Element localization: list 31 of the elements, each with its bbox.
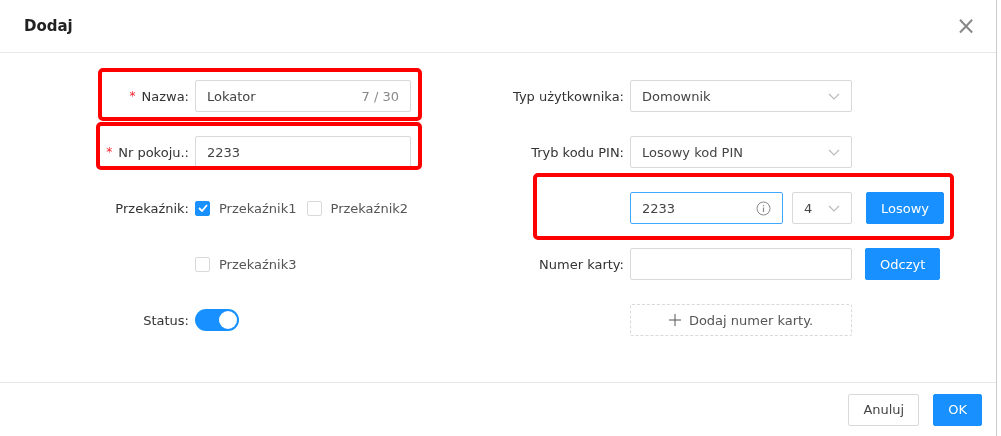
cancel-button[interactable]: Anuluj (848, 393, 920, 426)
field-label: Nazwa: (141, 88, 189, 104)
close-button[interactable]: × (955, 14, 976, 38)
field-label: Tryb kodu PIN: (531, 144, 624, 160)
field-label: Typ użytkownika: (513, 88, 624, 104)
field-label: Numer karty: (539, 256, 624, 272)
room-number-field[interactable]: 2233 (195, 136, 411, 168)
required-mark: * (129, 89, 136, 103)
field-label: Status: (143, 312, 189, 328)
info-icon (756, 200, 771, 216)
relay-checkbox[interactable]: Przekaźnik1 (195, 192, 297, 224)
relay-checkbox[interactable]: Przekaźnik3 (195, 248, 297, 280)
chevron-down-icon (828, 92, 840, 100)
pin-mode-select[interactable]: Losowy kod PIN (630, 136, 852, 168)
relay-checkbox[interactable]: Przekaźnik2 (306, 192, 409, 224)
add-card-button[interactable]: Dodaj numer karty. (630, 304, 852, 336)
field-label: Przekaźnik: (115, 200, 189, 216)
pin-field[interactable]: 2233 (630, 192, 783, 224)
card-number-field[interactable] (630, 248, 852, 280)
pin-length-select[interactable]: 4 (792, 192, 852, 224)
required-mark: * (106, 145, 113, 159)
name-field[interactable]: Lokator 7 / 30 (195, 80, 411, 112)
dialog-title: Dodaj (24, 17, 73, 35)
status-toggle[interactable] (195, 309, 239, 331)
plus-icon (668, 314, 681, 326)
user-type-select[interactable]: Domownik (630, 80, 852, 112)
chevron-down-icon (828, 204, 840, 212)
checkmark-icon (197, 204, 208, 212)
character-counter: 7 / 30 (361, 88, 399, 104)
field-label: Nr pokoju.: (118, 144, 189, 160)
chevron-down-icon (828, 148, 840, 156)
